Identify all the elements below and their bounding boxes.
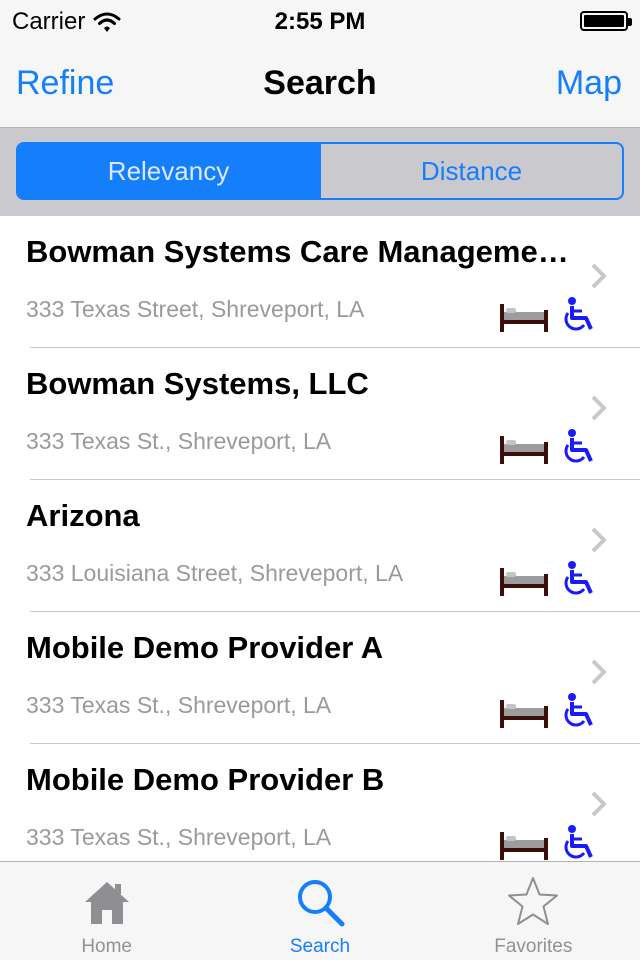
results-list[interactable]: Bowman Systems Care Manageme… 333 Texas … [0, 216, 640, 861]
bed-icon [500, 304, 548, 332]
sort-segmented-control: Relevancy Distance [16, 142, 624, 200]
chevron-right-icon [591, 395, 607, 421]
provider-name: Mobile Demo Provider A [26, 630, 384, 665]
list-item[interactable]: Bowman Systems, LLC 333 Texas St., Shrev… [26, 348, 640, 480]
tab-label: Home [81, 936, 132, 957]
provider-name: Arizona [26, 498, 140, 533]
search-icon [297, 880, 345, 927]
tab-search[interactable]: Search [213, 862, 426, 960]
star-icon [508, 877, 559, 925]
provider-address: 333 Texas St., Shreveport, LA [26, 824, 332, 850]
provider-name: Bowman Systems Care Manageme… [26, 234, 569, 269]
chevron-right-icon [591, 263, 607, 289]
chevron-right-icon [591, 659, 607, 685]
provider-name: Bowman Systems, LLC [26, 366, 369, 401]
bed-icon [500, 436, 548, 464]
home-icon [84, 882, 129, 924]
provider-address: 333 Texas St., Shreveport, LA [26, 428, 332, 454]
provider-address: 333 Texas Street, Shreveport, LA [26, 296, 365, 322]
tab-label: Search [289, 936, 351, 957]
tab-home[interactable]: Home [0, 862, 213, 960]
status-bar: Carrier 2:55 PM [0, 0, 640, 40]
status-time: 2:55 PM [274, 8, 366, 35]
refine-button[interactable]: Refine [16, 64, 114, 103]
tab-label: Favorites [494, 936, 573, 957]
wheelchair-icon [564, 693, 593, 727]
navigation-bar: Refine Search Map [0, 40, 640, 128]
provider-name: Mobile Demo Provider B [26, 762, 385, 797]
list-item[interactable]: Arizona 333 Louisiana Street, Shreveport… [26, 480, 640, 612]
bed-icon [500, 700, 548, 728]
tab-bar: Home Search Favorites [0, 861, 640, 960]
battery-icon [580, 11, 632, 31]
chevron-right-icon [591, 791, 607, 817]
provider-address: 333 Texas St., Shreveport, LA [26, 692, 332, 718]
wheelchair-icon [564, 561, 593, 595]
bed-icon [500, 568, 548, 596]
wheelchair-icon [564, 825, 593, 859]
bed-icon [500, 832, 548, 860]
wheelchair-icon [564, 429, 593, 463]
map-button[interactable]: Map [556, 64, 622, 103]
segment-distance[interactable]: Distance [319, 144, 622, 198]
list-item[interactable]: Bowman Systems Care Manageme… 333 Texas … [26, 216, 640, 348]
chevron-right-icon [591, 527, 607, 553]
segment-relevancy[interactable]: Relevancy [18, 144, 319, 198]
list-item[interactable]: Mobile Demo Provider B 333 Texas St., Sh… [26, 744, 640, 861]
list-item[interactable]: Mobile Demo Provider A 333 Texas St., Sh… [26, 612, 640, 744]
segment-bar: Relevancy Distance [0, 128, 640, 216]
tab-favorites[interactable]: Favorites [427, 862, 640, 960]
wheelchair-icon [564, 297, 593, 331]
provider-address: 333 Louisiana Street, Shreveport, LA [26, 560, 404, 586]
